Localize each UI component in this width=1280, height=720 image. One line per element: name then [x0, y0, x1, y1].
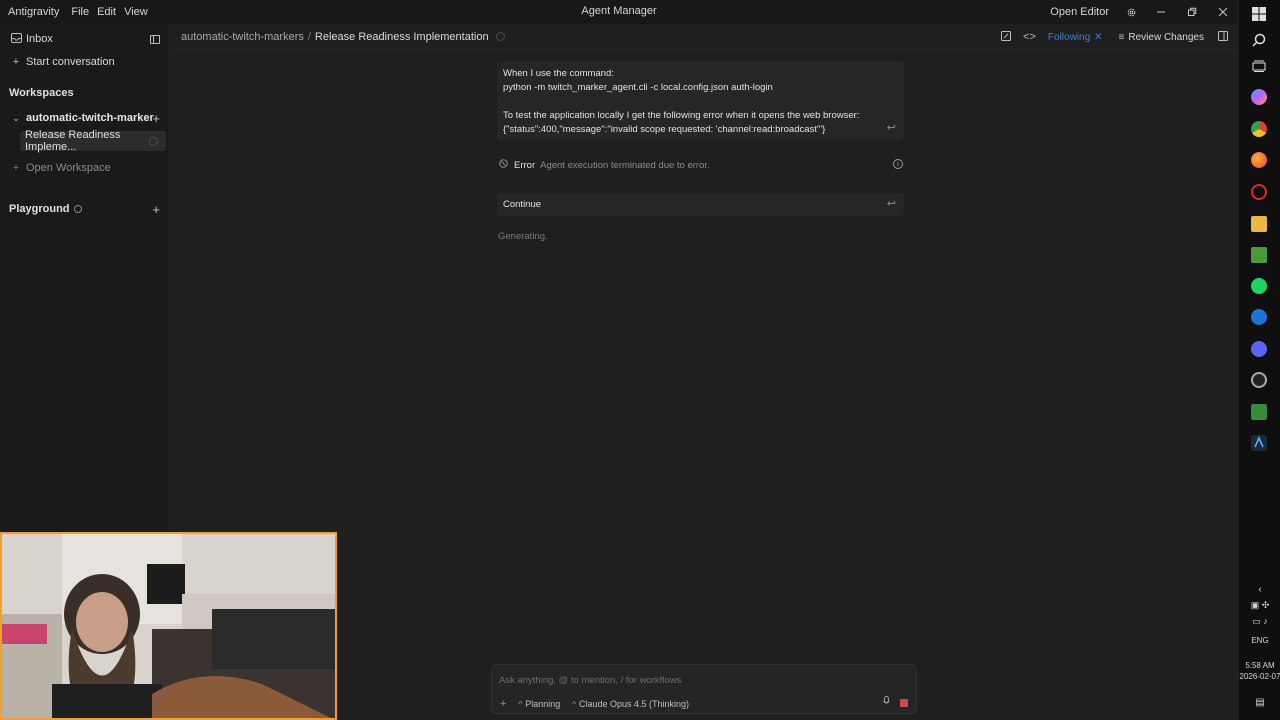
agent-manager-window: Antigravity File Edit View Agent Manager… [0, 0, 1238, 720]
message-line: When I use the command: [503, 68, 614, 79]
message-line: python -m twitch_marker_agent.cli -c loc… [503, 82, 773, 93]
panel-toggle-icon[interactable] [1218, 30, 1228, 44]
search-icon[interactable] [1252, 33, 1266, 50]
breadcrumb: automatic-twitch-markers / Release Readi… [181, 31, 505, 43]
title-bar: Antigravity File Edit View Agent Manager… [0, 0, 1238, 24]
windows-start-icon[interactable] [1252, 7, 1266, 24]
plus-icon: + [12, 56, 20, 68]
playground-heading: Playground [9, 203, 70, 215]
menu-view[interactable]: View [124, 6, 148, 18]
continue-text: Continue [503, 199, 542, 210]
clock-date[interactable]: 2026-02-07 [1239, 672, 1280, 681]
add-playground-icon[interactable]: + [152, 202, 160, 217]
message-line: To test the application locally I get th… [503, 110, 860, 121]
open-editor-button[interactable]: Open Editor [1050, 6, 1109, 18]
windows-taskbar: ‹ ▣ ✣ ▭ ♪ ENG 5:58 AM 2026-02-07 ▤ [1238, 0, 1280, 720]
loading-spinner-icon [149, 136, 158, 146]
minimize-icon[interactable] [1145, 0, 1176, 24]
obs-icon[interactable] [1251, 372, 1267, 388]
add-conversation-icon[interactable]: + [152, 111, 160, 126]
webcam-overlay [0, 532, 337, 720]
close-icon[interactable] [1207, 0, 1238, 24]
microphone-icon[interactable] [883, 696, 890, 709]
webcam-image [2, 534, 335, 718]
start-conversation-button[interactable]: + Start conversation [0, 51, 170, 73]
sidebar-item-conversation[interactable]: Release Readiness Impleme... [20, 129, 166, 153]
spotify-icon[interactable] [1251, 278, 1267, 294]
breadcrumb-current: Release Readiness Implementation [314, 30, 489, 43]
user-message: When I use the command: python -m twitch… [497, 61, 904, 140]
workspaces-section-header: Workspaces [0, 82, 170, 104]
sidebar-item-label: Open Workspace [26, 162, 111, 174]
review-changes-label: Review Changes [1128, 31, 1204, 43]
sidebar-item-label: Start conversation [26, 56, 115, 68]
add-context-button[interactable]: + [500, 698, 506, 710]
close-icon[interactable]: ✕ [1094, 32, 1102, 43]
conversation-header: automatic-twitch-markers / Release Readi… [170, 24, 1238, 50]
workspaces-heading: Workspaces [9, 87, 74, 99]
network-volume-icon[interactable]: ▭ ♪ [1239, 616, 1280, 627]
error-message: Agent execution terminated due to error. [540, 159, 710, 171]
menu-file[interactable]: File [71, 6, 89, 18]
following-toggle[interactable]: Following [1048, 32, 1090, 43]
maps-icon[interactable] [1251, 309, 1267, 325]
tray-icons[interactable]: ▣ ✣ [1239, 600, 1280, 611]
plus-icon: + [12, 162, 20, 174]
artifact-icon[interactable] [1001, 30, 1012, 44]
undo-icon[interactable]: ↩ [887, 121, 896, 134]
app-menu[interactable]: Antigravity [8, 6, 59, 18]
undo-icon[interactable]: ↩ [887, 197, 896, 210]
copilot-icon[interactable] [1251, 89, 1267, 105]
generating-status: Generating. [498, 231, 548, 242]
info-icon[interactable] [73, 205, 82, 213]
mode-selector[interactable]: Planning [525, 699, 560, 709]
opera-icon[interactable] [1251, 184, 1267, 200]
sidebar-item-inbox[interactable]: Inbox [0, 28, 170, 50]
antigravity-icon[interactable] [1251, 435, 1267, 451]
message-line: {"status":400,"message":"invalid scope r… [503, 124, 826, 135]
workspace-name: automatic-twitch-marker [26, 112, 154, 124]
terminal-icon[interactable] [1251, 404, 1267, 420]
restore-icon[interactable] [1176, 0, 1207, 24]
chevron-down-icon[interactable]: ⌄ [10, 113, 22, 124]
playground-section-header: Playground + [0, 198, 170, 220]
continue-message: Continue ↩ [497, 193, 904, 216]
message-line [503, 95, 898, 109]
error-label: Error [514, 159, 536, 171]
open-workspace-button[interactable]: + Open Workspace [0, 157, 170, 179]
sidebar-item-workspace[interactable]: ⌄ automatic-twitch-marker + [0, 107, 170, 129]
loading-spinner-icon [495, 32, 505, 41]
notepad-icon[interactable] [1251, 247, 1267, 263]
info-icon[interactable]: i [893, 159, 903, 169]
review-changes-button[interactable]: ≡ Review Changes [1119, 32, 1204, 43]
stop-button[interactable] [900, 699, 908, 707]
chrome-icon[interactable] [1251, 121, 1267, 137]
task-view-icon[interactable] [1252, 60, 1266, 75]
model-selector[interactable]: Claude Opus 4.5 (Thinking) [579, 699, 689, 709]
gear-icon[interactable] [1117, 0, 1145, 24]
list-icon: ≡ [1118, 31, 1125, 43]
conversation-title: Release Readiness Impleme... [25, 129, 121, 153]
breadcrumb-workspace[interactable]: automatic-twitch-markers [181, 31, 304, 43]
error-icon [499, 159, 508, 171]
file-explorer-icon[interactable] [1251, 216, 1267, 232]
chevron-up-icon[interactable]: ‹ [1239, 584, 1280, 595]
menu-edit[interactable]: Edit [97, 6, 116, 18]
composer: + ^ Planning ^ Claude Opus 4.5 (Thinking… [491, 664, 917, 714]
chevron-up-icon: ^ [518, 699, 523, 709]
sidebar-item-label: Inbox [26, 33, 53, 45]
code-icon[interactable]: <> [1023, 31, 1036, 43]
language-indicator[interactable]: ENG [1239, 636, 1280, 645]
inbox-icon [10, 32, 22, 46]
discord-icon[interactable] [1251, 341, 1267, 357]
clock-time[interactable]: 5:58 AM [1239, 661, 1280, 670]
sidebar-toggle-icon[interactable] [150, 34, 160, 44]
chat-input[interactable] [499, 675, 869, 686]
firefox-icon[interactable] [1251, 152, 1267, 168]
notification-icon[interactable]: ▤ [1239, 697, 1280, 708]
error-status: Error Agent execution terminated due to … [499, 158, 903, 172]
chevron-up-icon: ^ [572, 699, 576, 709]
breadcrumb-separator: / [307, 30, 311, 43]
